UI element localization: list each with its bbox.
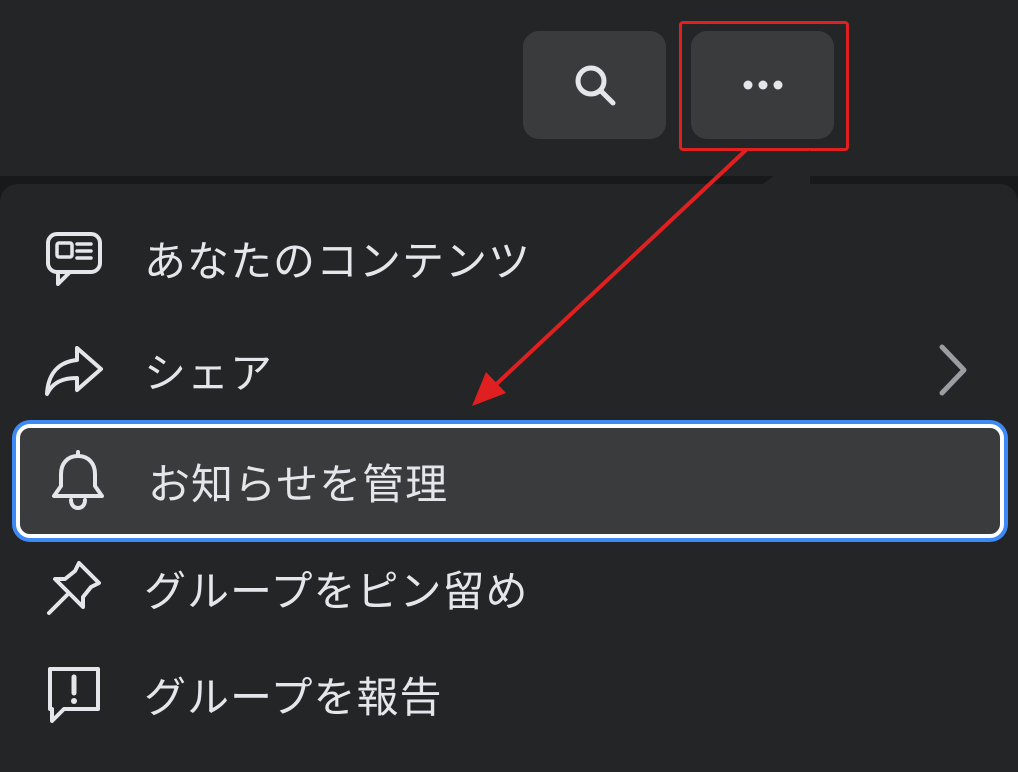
menu-item-label: シェア <box>144 348 274 398</box>
menu-item-pin-group[interactable]: グループをピン留め <box>20 536 1000 640</box>
search-icon <box>575 65 615 106</box>
report-flag-icon <box>42 662 106 726</box>
more-horizontal-icon <box>743 80 782 90</box>
menu-item-report-group[interactable]: グループを報告 <box>20 642 1000 746</box>
chevron-right-icon <box>939 344 967 396</box>
menu-pointer <box>760 150 810 186</box>
search-button[interactable] <box>523 31 666 139</box>
menu-item-label: グループを報告 <box>144 672 443 722</box>
menu-item-your-content[interactable]: あなたのコンテンツ <box>20 206 1000 310</box>
share-arrow-icon <box>42 338 106 402</box>
content-feed-icon <box>42 226 106 290</box>
top-bar <box>0 0 1018 176</box>
menu-item-share[interactable]: シェア <box>20 318 1000 422</box>
more-options-button[interactable] <box>691 31 834 139</box>
menu-item-label: あなたのコンテンツ <box>144 236 532 286</box>
pin-icon <box>42 556 106 620</box>
menu-item-manage-notifications[interactable]: お知らせを管理 <box>16 424 1004 538</box>
menu-item-label: グループをピン留め <box>144 566 529 616</box>
bell-icon <box>46 449 110 513</box>
menu-item-label: お知らせを管理 <box>148 459 449 509</box>
